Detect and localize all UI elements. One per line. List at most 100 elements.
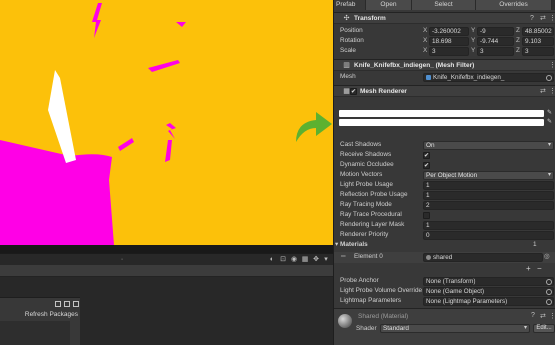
gizmos-icon[interactable]: ✥ xyxy=(312,256,320,264)
scale-y-field[interactable]: 3 xyxy=(477,46,514,56)
light-probe-volume-row: Light Probe Volume Override None (Game O… xyxy=(334,286,555,296)
rendering-layer-mask-field[interactable]: 1 xyxy=(423,220,554,230)
lightmap-parameters-row: Lightmap Parameters None (Lightmap Param… xyxy=(334,296,555,306)
more-icon[interactable]: ⋮ xyxy=(549,60,555,71)
object-picker-icon[interactable] xyxy=(546,298,552,305)
rendering-layer-mask-row: Rendering Layer Mask 1 xyxy=(334,220,555,230)
settings-icon[interactable]: ▾ xyxy=(322,256,330,264)
tab-open[interactable]: Open xyxy=(366,0,412,10)
effects-icon[interactable]: ⊡ xyxy=(279,256,287,264)
scene-view[interactable] xyxy=(0,0,333,245)
mesh-row: Mesh Knife_Knifefbx_indiegen_ xyxy=(334,72,555,82)
axis-y-label: Y xyxy=(471,37,476,44)
eyedropper-icon[interactable]: ✎ xyxy=(547,110,553,116)
light-probe-usage-field[interactable]: 1 xyxy=(423,180,554,190)
element-0-field[interactable]: shared xyxy=(423,253,543,262)
position-x-field[interactable]: -3.260002 xyxy=(429,26,469,36)
position-z-field[interactable]: 48.85002 xyxy=(522,26,554,36)
object-picker-icon[interactable]: ◎ xyxy=(544,252,550,262)
ray-tracing-mode-field[interactable]: 2 xyxy=(423,200,554,210)
object-picker-icon[interactable] xyxy=(546,288,552,295)
ray-tracing-mode-label: Ray Tracing Mode xyxy=(340,201,392,208)
motion-vectors-row: Motion Vectors Per Object Motion xyxy=(334,170,555,180)
refresh-packages-button[interactable]: Refresh Packages xyxy=(3,310,78,320)
ray-tracing-mode-row: Ray Tracing Mode 2 xyxy=(334,200,555,210)
scale-x-field[interactable]: 3 xyxy=(429,46,469,56)
white-field-2[interactable] xyxy=(339,119,544,126)
materials-foldout-icon[interactable]: ▾ xyxy=(335,240,338,250)
more-icon[interactable]: ⋮ xyxy=(549,86,555,97)
edit-shader-button[interactable]: Edit... xyxy=(533,324,555,333)
renderer-priority-field[interactable]: 0 xyxy=(423,230,554,240)
mesh-value: Knife_Knifefbx_indiegen_ xyxy=(433,73,505,81)
cast-shadows-dropdown[interactable]: On xyxy=(423,140,554,150)
eyedropper-icon[interactable]: ✎ xyxy=(547,119,553,125)
audio-icon[interactable]: ◐ xyxy=(268,256,276,264)
mesh-renderer-title: Mesh Renderer xyxy=(360,88,407,95)
spark-shape xyxy=(148,60,180,72)
reflection-probe-usage-row: Reflection Probe Usage 1 xyxy=(334,190,555,200)
probe-anchor-field[interactable]: None (Transform) xyxy=(423,276,554,286)
dynamic-occludee-label: Dynamic Occludee xyxy=(340,161,394,168)
transform-header[interactable]: ✣ Transform ? ⇄ ⋮ xyxy=(334,12,555,24)
rotation-z-field[interactable]: 9.103 xyxy=(522,36,554,46)
element-0-label: Element 0 xyxy=(354,253,383,260)
preset-icon[interactable]: ⇄ xyxy=(540,13,546,24)
visibility-icon[interactable]: ◉ xyxy=(290,256,298,264)
lightmap-parameters-value: None (Lightmap Parameters) xyxy=(426,297,508,305)
tab-overrides[interactable]: Overrides xyxy=(476,0,552,10)
axis-x-label: X xyxy=(423,47,428,54)
inspector-panel: Prefab Open Select Overrides ✣ Transform… xyxy=(333,0,555,345)
material-more-icon[interactable]: ⋮ xyxy=(549,312,555,320)
material-help-icon[interactable]: ? xyxy=(531,312,535,319)
materials-row[interactable]: ▾ Materials 1 xyxy=(334,240,555,250)
grid-icon[interactable]: ▦ xyxy=(301,256,309,264)
material-asset-icon xyxy=(426,255,431,260)
lightmap-parameters-label: Lightmap Parameters xyxy=(340,297,402,304)
cast-shadows-label: Cast Shadows xyxy=(340,141,382,148)
add-element-button[interactable]: + xyxy=(526,264,531,274)
white-field-1[interactable] xyxy=(339,110,544,117)
scale-z-field[interactable]: 3 xyxy=(522,46,554,56)
position-y-field[interactable]: -9 xyxy=(477,26,514,36)
more-icon[interactable]: ⋮ xyxy=(549,13,555,24)
tab-prefab[interactable]: Prefab xyxy=(334,0,366,10)
light-probe-usage-row: Light Probe Usage 1 xyxy=(334,180,555,190)
object-picker-icon[interactable] xyxy=(546,278,552,285)
drag-handle-icon[interactable]: ═ xyxy=(341,252,346,262)
shader-dropdown[interactable]: Standard xyxy=(380,324,530,333)
rotation-label: Rotation xyxy=(340,37,364,44)
motion-vectors-dropdown[interactable]: Per Object Motion xyxy=(423,170,554,180)
close-icon[interactable] xyxy=(73,301,79,307)
tab-select[interactable]: Select xyxy=(412,0,476,10)
materials-count[interactable]: 1 xyxy=(533,240,537,250)
spark-shape xyxy=(176,22,186,27)
maximize-icon[interactable] xyxy=(55,301,61,307)
spark-shape xyxy=(165,140,172,162)
rotation-x-field[interactable]: 18.698 xyxy=(429,36,469,46)
remove-element-button[interactable]: − xyxy=(537,264,542,274)
mesh-field[interactable]: Knife_Knifefbx_indiegen_ xyxy=(423,72,554,82)
ray-trace-procedural-checkbox[interactable] xyxy=(423,211,430,219)
lightmap-parameters-field[interactable]: None (Lightmap Parameters) xyxy=(423,296,554,306)
light-probe-usage-label: Light Probe Usage xyxy=(340,181,393,188)
material-preset-icon[interactable]: ⇄ xyxy=(540,312,546,320)
axis-y-label: Y xyxy=(471,47,476,54)
light-probe-volume-field[interactable]: None (Game Object) xyxy=(423,286,554,296)
mesh-renderer-enabled-checkbox[interactable]: ✔ xyxy=(350,88,357,95)
magenta-body xyxy=(0,140,114,245)
rotation-y-field[interactable]: -9.744 xyxy=(477,36,514,46)
help-icon[interactable]: ? xyxy=(530,13,534,24)
axis-y-label: Y xyxy=(471,27,476,34)
dot-icon[interactable]: · xyxy=(118,256,126,264)
panel-separator xyxy=(0,245,333,253)
receive-shadows-checkbox[interactable]: ✔ xyxy=(423,151,430,159)
mesh-renderer-header[interactable]: ▦ ✔ Mesh Renderer ⇄ ⋮ xyxy=(334,85,555,97)
mesh-filter-header[interactable]: ▥ Knife_Knifefbx_indiegen_ (Mesh Filter)… xyxy=(334,59,555,71)
reflection-probe-usage-field[interactable]: 1 xyxy=(423,190,554,200)
preset-icon[interactable]: ⇄ xyxy=(540,86,546,97)
object-picker-icon[interactable] xyxy=(546,74,552,81)
arrow-icon xyxy=(296,112,332,142)
dynamic-occludee-checkbox[interactable]: ✔ xyxy=(423,161,430,169)
window-icon[interactable] xyxy=(64,301,70,307)
